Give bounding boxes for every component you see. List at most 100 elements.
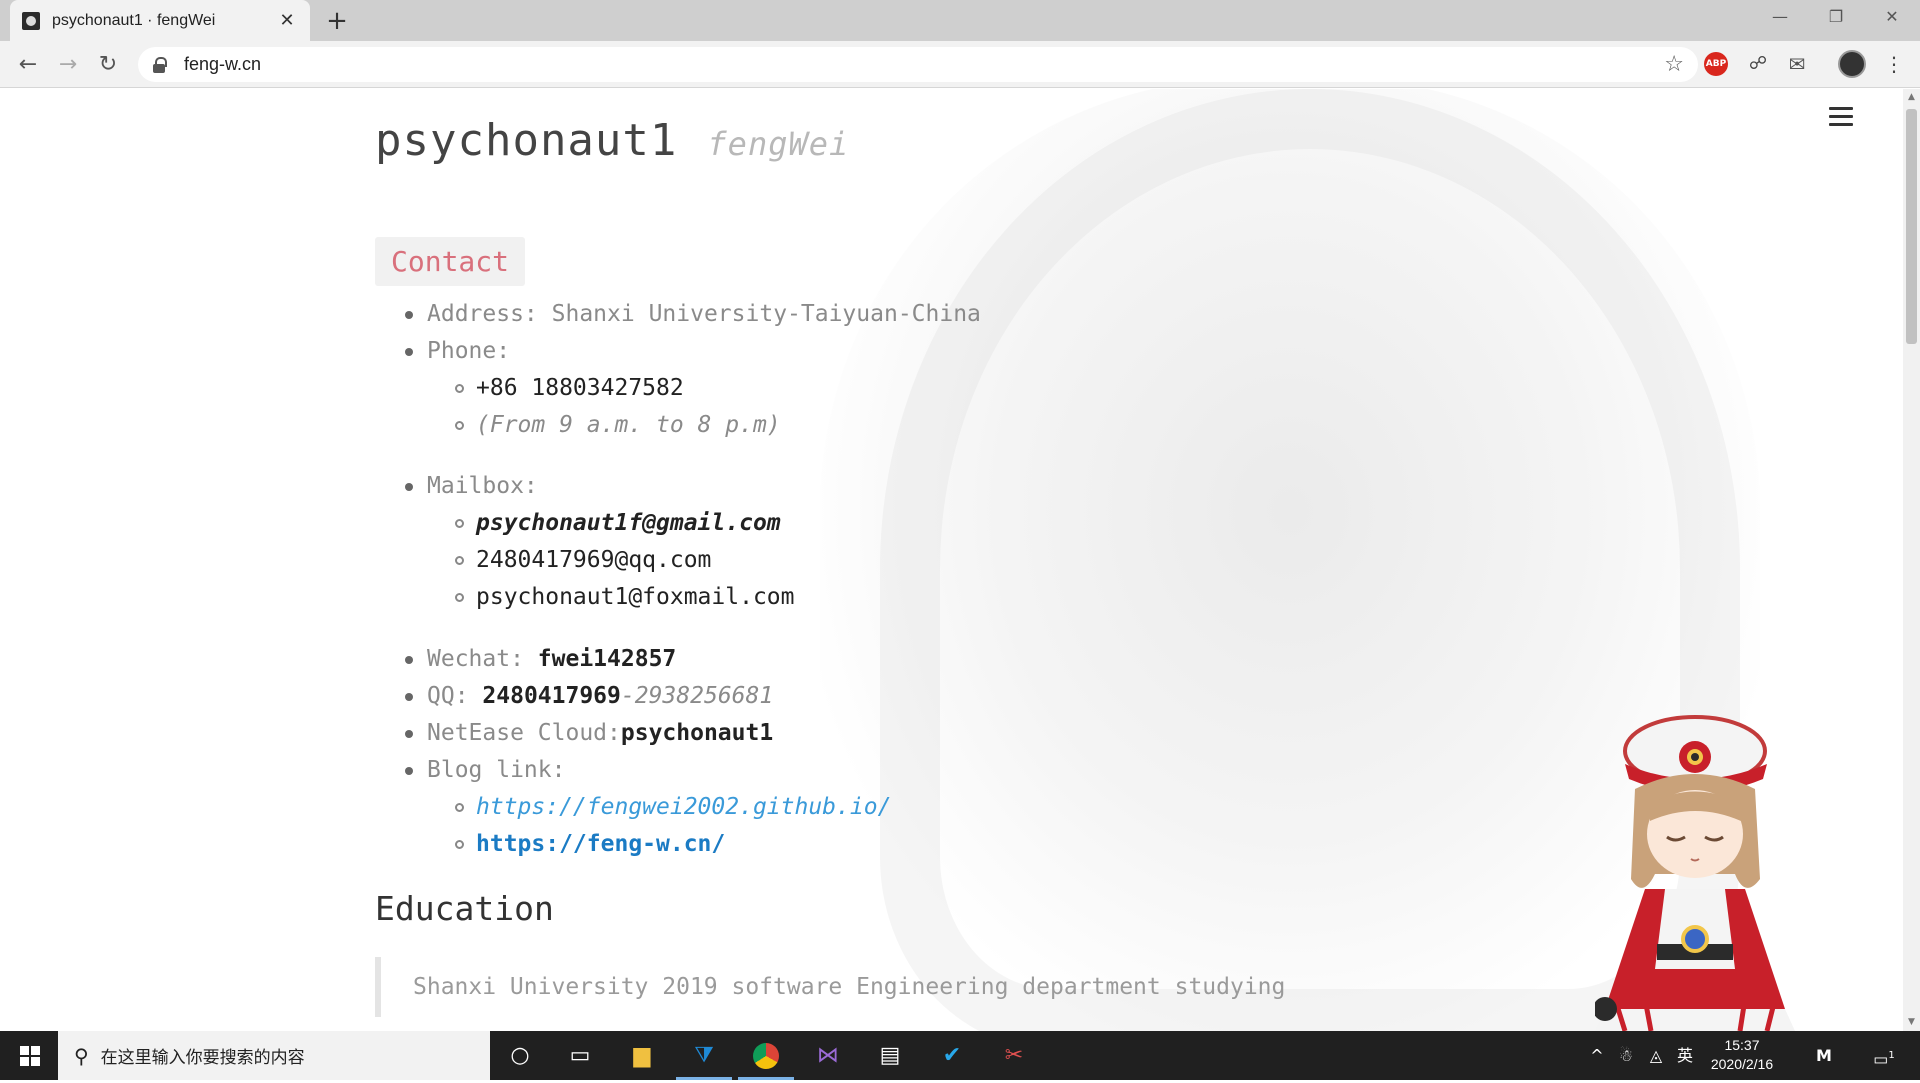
qq-alt-value: -2938256681	[620, 683, 774, 709]
notification-count: 1	[1888, 1050, 1895, 1061]
tab-title: psychonaut1 · fengWei	[52, 11, 216, 29]
restore-button[interactable]: ❐	[1808, 0, 1864, 34]
list-item-blog-link: https://feng-w.cn/	[455, 829, 725, 859]
circle-bullet-icon	[455, 593, 464, 602]
clock-date: 2020/2/16	[1710, 1056, 1774, 1072]
adblock-extension-icon[interactable]: ABP	[1704, 52, 1728, 76]
netease-value: psychonaut1	[620, 720, 774, 746]
network-icon[interactable]: ◬	[1644, 1031, 1668, 1080]
blog-link-site[interactable]: https://feng-w.cn/	[476, 831, 725, 857]
bullet-icon	[405, 692, 413, 701]
scroll-down-icon[interactable]: ▼	[1903, 1014, 1920, 1031]
taskbar-search-placeholder[interactable]: 在这里输入你要搜索的内容	[101, 1043, 305, 1068]
profile-avatar[interactable]	[1838, 50, 1866, 78]
education-quote: Shanxi University 2019 software Engineer…	[375, 957, 1285, 1017]
bullet-icon	[405, 655, 413, 664]
list-item-phone-number: +86 18803427582	[455, 373, 684, 403]
bullet-icon	[405, 482, 413, 491]
wechat-label: Wechat:	[427, 646, 524, 672]
back-arrow-icon[interactable]: ←	[12, 49, 44, 81]
address-bar[interactable]: feng-w.cn ☆	[138, 47, 1698, 82]
task-view-icon[interactable]: ▭	[552, 1031, 608, 1080]
circle-bullet-icon	[455, 556, 464, 565]
visual-studio-icon[interactable]: ⋈	[800, 1031, 856, 1080]
taskbar-clock[interactable]: 15:37 2020/2/16	[1700, 1036, 1784, 1074]
input-method-icon[interactable]: M	[1806, 1031, 1842, 1080]
education-text: Shanxi University 2019 software Engineer…	[413, 974, 1286, 1000]
list-item-wechat: Wechat: fwei142857	[405, 644, 676, 674]
show-hidden-icons-icon[interactable]: ^	[1586, 1031, 1608, 1080]
close-tab-icon[interactable]: ✕	[276, 10, 298, 31]
search-icon: ⚲	[74, 1043, 89, 1068]
qq-tray-icon[interactable]: ☃	[1614, 1031, 1638, 1080]
list-item-email: 2480417969@qq.com	[455, 545, 711, 575]
scroll-up-icon[interactable]: ▲	[1903, 89, 1920, 106]
circle-bullet-icon	[455, 421, 464, 430]
site-favicon-icon	[22, 11, 40, 30]
scrollbar-thumb[interactable]	[1906, 109, 1917, 344]
browser-menu-icon[interactable]: ⋮	[1882, 52, 1906, 76]
taskbar-search-box[interactable]: ⚲ 在这里输入你要搜索的内容	[58, 1031, 490, 1080]
browser-toolbar: ← → ↻ feng-w.cn ☆ ABP ☍ ✉ ⋮	[0, 41, 1920, 88]
wechat-value: fwei142857	[537, 646, 677, 672]
email-foxmail[interactable]: psychonaut1@foxmail.com	[476, 584, 795, 610]
address-label: Address:	[427, 301, 538, 327]
qq-value: 2480417969	[482, 683, 621, 709]
bullet-icon	[405, 347, 413, 356]
circle-bullet-icon	[455, 384, 464, 393]
mail-extension-icon[interactable]: ✉	[1785, 52, 1809, 76]
site-title-text: psychonaut1	[375, 115, 678, 166]
circle-bullet-icon	[455, 803, 464, 812]
site-title: psychonaut1 fengWei	[375, 115, 849, 166]
extension-icon[interactable]: ☍	[1746, 52, 1770, 76]
url-text[interactable]: feng-w.cn	[184, 54, 261, 75]
circle-bullet-icon	[455, 840, 464, 849]
phone-label: Phone:	[427, 338, 511, 364]
list-item-email: psychonaut1f@gmail.com	[455, 508, 781, 538]
clock-time: 15:37	[1724, 1037, 1760, 1053]
new-tab-button[interactable]: +	[320, 6, 354, 36]
close-window-button[interactable]: ✕	[1864, 0, 1920, 34]
chrome-icon[interactable]	[738, 1031, 794, 1080]
terminal-icon[interactable]: ▤	[862, 1031, 918, 1080]
file-explorer-icon[interactable]: ▆	[614, 1031, 670, 1080]
browser-tab[interactable]: psychonaut1 · fengWei ✕	[10, 0, 310, 41]
qq-label: QQ:	[427, 683, 469, 709]
windows-start-icon[interactable]	[0, 1031, 58, 1080]
bullet-icon	[405, 766, 413, 775]
mascot-character[interactable]	[1595, 709, 1825, 1031]
lock-icon[interactable]	[152, 56, 167, 73]
vscode-icon[interactable]: ⧩	[676, 1031, 732, 1080]
site-subtitle: fengWei	[707, 125, 850, 163]
address-value: Shanxi University-Taiyuan-China	[551, 301, 981, 327]
browser-titlebar: psychonaut1 · fengWei ✕ + — ❐ ✕	[0, 0, 1920, 41]
list-item-blog: Blog link:	[405, 755, 565, 785]
cortana-icon[interactable]: ○	[492, 1031, 548, 1080]
email-gmail[interactable]: psychonaut1f@gmail.com	[476, 510, 781, 536]
phone-number: +86 18803427582	[476, 375, 684, 401]
list-item-qq: QQ: 2480417969-2938256681	[405, 681, 773, 711]
windows-taskbar: ⚲ 在这里输入你要搜索的内容 ○ ▭ ▆ ⧩ ⋈ ▤ ✔ ✂ ^ ☃ ◬ 英 1…	[0, 1031, 1920, 1080]
list-item-address: Address: Shanxi University-Taiyuan-China	[405, 299, 981, 329]
netease-label: NetEase Cloud:	[427, 720, 621, 746]
snipping-tool-icon[interactable]: ✂	[986, 1031, 1042, 1080]
checkmark-app-icon[interactable]: ✔	[924, 1031, 980, 1080]
list-item-phone-hours: (From 9 a.m. to 8 p.m)	[455, 410, 781, 440]
hamburger-menu-icon[interactable]	[1829, 107, 1853, 127]
list-item-email: psychonaut1@foxmail.com	[455, 582, 795, 612]
forward-arrow-icon[interactable]: →	[52, 49, 84, 81]
circle-bullet-icon	[455, 519, 464, 528]
minimize-button[interactable]: —	[1752, 0, 1808, 34]
bullet-icon	[405, 310, 413, 319]
bookmark-star-icon[interactable]: ☆	[1664, 52, 1684, 77]
blog-link-github[interactable]: https://fengwei2002.github.io/	[476, 794, 891, 820]
phone-hours: (From 9 a.m. to 8 p.m)	[476, 412, 781, 438]
notification-center-icon[interactable]: ▭1	[1866, 1031, 1902, 1080]
list-item-mailbox: Mailbox:	[405, 471, 538, 501]
contact-heading: Contact	[375, 237, 526, 286]
list-item-blog-link: https://fengwei2002.github.io/	[455, 792, 891, 822]
mailbox-label: Mailbox:	[427, 473, 538, 499]
ime-indicator[interactable]: 英	[1672, 1031, 1698, 1080]
reload-icon[interactable]: ↻	[92, 49, 124, 81]
email-qq[interactable]: 2480417969@qq.com	[476, 547, 711, 573]
